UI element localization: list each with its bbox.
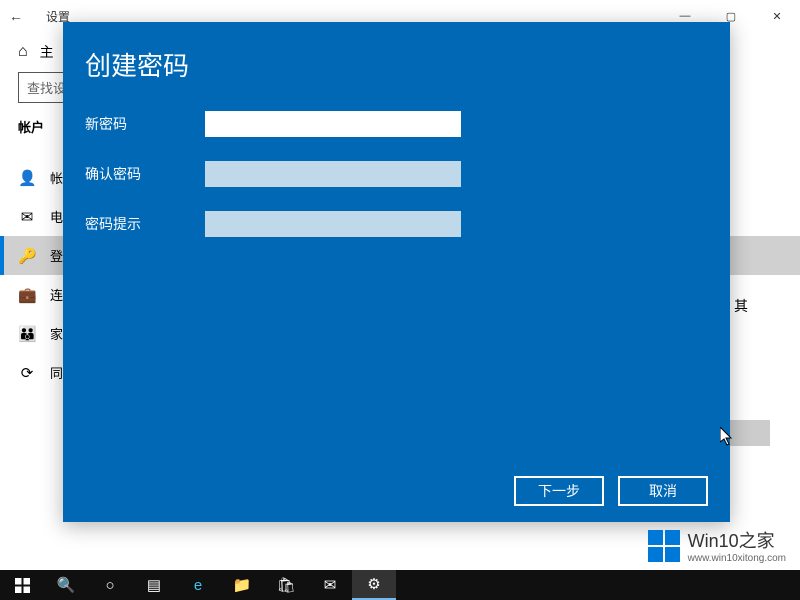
- windows-logo-icon: [648, 530, 680, 562]
- cancel-button[interactable]: 取消: [618, 476, 708, 506]
- watermark-url: www.win10xitong.com: [688, 553, 786, 564]
- new-password-label: 新密码: [85, 114, 205, 134]
- back-button[interactable]: ←: [0, 8, 32, 24]
- person-icon: 👤: [18, 169, 36, 187]
- watermark: Win10之家 www.win10xitong.com: [648, 527, 786, 564]
- password-hint-input[interactable]: [205, 211, 461, 237]
- taskbar: 🔍 ○ ▤ e 📁 🛍 ✉ ⚙: [0, 570, 800, 600]
- task-view-icon[interactable]: ▤: [132, 570, 176, 600]
- cortana-icon[interactable]: ○: [88, 570, 132, 600]
- content-text-fragment: 其: [734, 296, 748, 316]
- dialog-title: 创建密码: [85, 46, 708, 83]
- family-icon: 👪: [18, 325, 36, 343]
- close-button[interactable]: ✕: [754, 0, 800, 32]
- field-password-hint: 密码提示: [85, 211, 708, 237]
- new-password-input[interactable]: [205, 111, 461, 137]
- store-icon[interactable]: 🛍: [264, 570, 308, 600]
- home-icon: ⌂: [18, 43, 28, 61]
- mail-icon[interactable]: ✉: [308, 570, 352, 600]
- nav-label: 家: [50, 324, 63, 343]
- edge-icon[interactable]: e: [176, 570, 220, 600]
- start-button[interactable]: [0, 570, 44, 600]
- settings-icon[interactable]: ⚙: [352, 570, 396, 600]
- watermark-title: Win10之家: [688, 527, 786, 553]
- briefcase-icon: 💼: [18, 286, 36, 304]
- nav-label: 电: [50, 207, 63, 226]
- sync-icon: ⟳: [18, 364, 36, 382]
- field-new-password: 新密码: [85, 111, 708, 137]
- password-hint-label: 密码提示: [85, 214, 205, 234]
- nav-label: 连: [50, 285, 63, 304]
- content-button-fragment: [730, 420, 770, 446]
- nav-label: 同: [50, 363, 63, 382]
- explorer-icon[interactable]: 📁: [220, 570, 264, 600]
- field-confirm-password: 确认密码: [85, 161, 708, 187]
- search-icon[interactable]: 🔍: [44, 570, 88, 600]
- next-button[interactable]: 下一步: [514, 476, 604, 506]
- mail-icon: ✉: [18, 208, 36, 226]
- create-password-dialog: 创建密码 新密码 确认密码 密码提示 下一步 取消: [63, 22, 730, 522]
- nav-label: 登: [50, 246, 63, 265]
- confirm-password-input[interactable]: [205, 161, 461, 187]
- home-label: 主: [40, 42, 54, 62]
- confirm-password-label: 确认密码: [85, 164, 205, 184]
- nav-label: 帐: [50, 168, 63, 187]
- key-icon: 🔑: [18, 247, 36, 265]
